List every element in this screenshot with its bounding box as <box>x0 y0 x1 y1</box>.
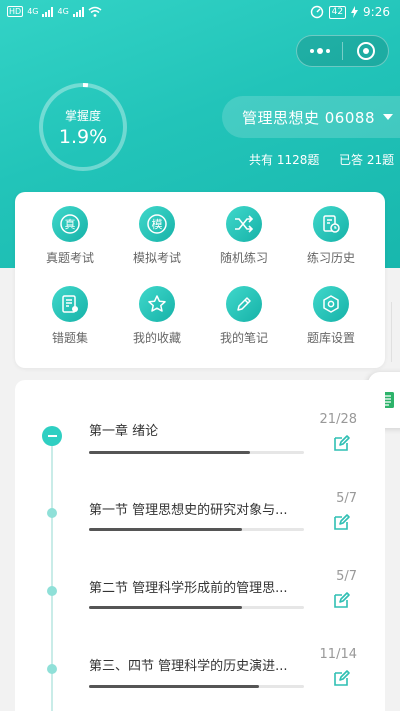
chapter-item[interactable]: 第二节 管理科学形成前的管理思... 5/7 <box>89 569 359 609</box>
battery-indicator: 42 <box>328 5 347 19</box>
chapter-title: 第二节 管理科学形成前的管理思... <box>89 581 288 596</box>
edit-icon[interactable] <box>333 434 351 452</box>
subject-name: 管理思想史 06088 <box>242 108 375 127</box>
settings-icon <box>313 286 349 322</box>
chapter-title: 第三、四节 管理科学的历史演进... <box>89 659 288 674</box>
history-icon <box>313 206 349 242</box>
shuffle-icon <box>226 206 262 242</box>
svg-text:模: 模 <box>152 218 163 231</box>
chapter-title: 第一章 绪论 <box>89 424 159 439</box>
feature-label: 随机练习 <box>219 251 268 265</box>
pencil-icon <box>226 286 262 322</box>
real-exam-icon: 真 <box>52 206 88 242</box>
feature-bank-settings[interactable]: 题库设置 <box>291 286 371 346</box>
chapter-progress-bar <box>89 606 304 609</box>
status-bar: HD 4G 4G 42 9:26 <box>0 0 400 26</box>
side-divider <box>391 302 392 362</box>
network-type-2: 4G <box>57 7 69 16</box>
chapter-progress-bar <box>89 451 304 454</box>
feature-label: 练习历史 <box>306 251 355 265</box>
charging-icon <box>351 6 359 18</box>
feature-label: 我的笔记 <box>219 331 268 345</box>
svg-text:真: 真 <box>65 217 76 231</box>
network-type-1: 4G <box>27 7 39 16</box>
chapter-progress-bar <box>89 685 304 688</box>
more-options-button[interactable] <box>297 36 342 66</box>
chapter-count: 5/7 <box>336 569 357 584</box>
edit-icon[interactable] <box>333 591 351 609</box>
feature-mock-exam[interactable]: 模 模拟考试 <box>117 206 197 266</box>
collapse-chapter-icon[interactable] <box>42 426 62 446</box>
chapter-count: 11/14 <box>319 647 357 662</box>
feature-practice-history[interactable]: 练习历史 <box>291 206 371 266</box>
chapter-progress-fill <box>89 451 251 454</box>
dot-icon <box>309 49 314 53</box>
timeline-dot <box>47 664 57 674</box>
feature-notes[interactable]: 我的笔记 <box>204 286 284 346</box>
edit-icon[interactable] <box>333 669 351 687</box>
wrong-questions-icon <box>52 286 88 322</box>
feature-label: 真题考试 <box>45 251 94 265</box>
chapter-count: 5/7 <box>336 491 357 506</box>
wifi-icon <box>88 6 102 17</box>
chapter-progress-bar <box>89 528 304 531</box>
chapter-item[interactable]: 第三、四节 管理科学的历史演进... 11/14 <box>89 647 359 688</box>
signal-icon-2 <box>72 6 84 17</box>
edit-icon[interactable] <box>333 513 351 531</box>
total-questions: 共有 1128题 <box>249 153 320 167</box>
timeline-dot <box>47 508 57 518</box>
dot-icon <box>316 48 323 54</box>
mastery-label: 掌握度 <box>64 109 101 123</box>
chapter-item[interactable]: 第一节 管理思想史的研究对象与... 5/7 <box>89 491 359 531</box>
chapter-count: 21/28 <box>319 412 357 427</box>
mastery-value: 1.9% <box>58 126 108 148</box>
caret-down-icon <box>383 114 393 120</box>
feature-label: 模拟考试 <box>132 251 181 265</box>
chapter-progress-fill <box>89 528 242 531</box>
signal-icon <box>42 6 54 17</box>
clock: 9:26 <box>363 5 390 19</box>
star-icon <box>139 286 175 322</box>
chapter-progress-fill <box>89 606 242 609</box>
answered-questions: 已答 21题 <box>339 153 395 167</box>
feature-wrong-questions[interactable]: 错题集 <box>30 286 110 346</box>
timeline-dot <box>47 586 57 596</box>
feature-label: 我的收藏 <box>132 331 181 345</box>
dot-icon <box>325 49 330 53</box>
target-icon <box>356 42 375 60</box>
feature-real-exam[interactable]: 真 真题考试 <box>30 206 110 266</box>
mastery-gauge: 掌握度 1.9% <box>38 82 128 172</box>
chapter-item[interactable]: 第一章 绪论 21/28 <box>89 412 359 454</box>
feature-grid: 真 真题考试 模 模拟考试 随机练习 练习历史 错题集 我的收藏 我的笔记 题库… <box>15 192 385 368</box>
sim-badge: HD <box>7 6 24 17</box>
subject-selector[interactable]: 管理思想史 06088 <box>222 96 400 138</box>
mock-exam-icon: 模 <box>139 206 175 242</box>
close-miniprogram-button[interactable] <box>343 36 388 66</box>
feature-favorites[interactable]: 我的收藏 <box>117 286 197 346</box>
speedometer-icon <box>310 5 323 19</box>
chapter-progress-fill <box>89 685 259 688</box>
chapter-title: 第一节 管理思想史的研究对象与... <box>89 503 288 518</box>
feature-label: 题库设置 <box>306 331 355 345</box>
capsule-menu <box>296 35 389 67</box>
feature-random-practice[interactable]: 随机练习 <box>204 206 284 266</box>
feature-label: 错题集 <box>51 331 88 345</box>
